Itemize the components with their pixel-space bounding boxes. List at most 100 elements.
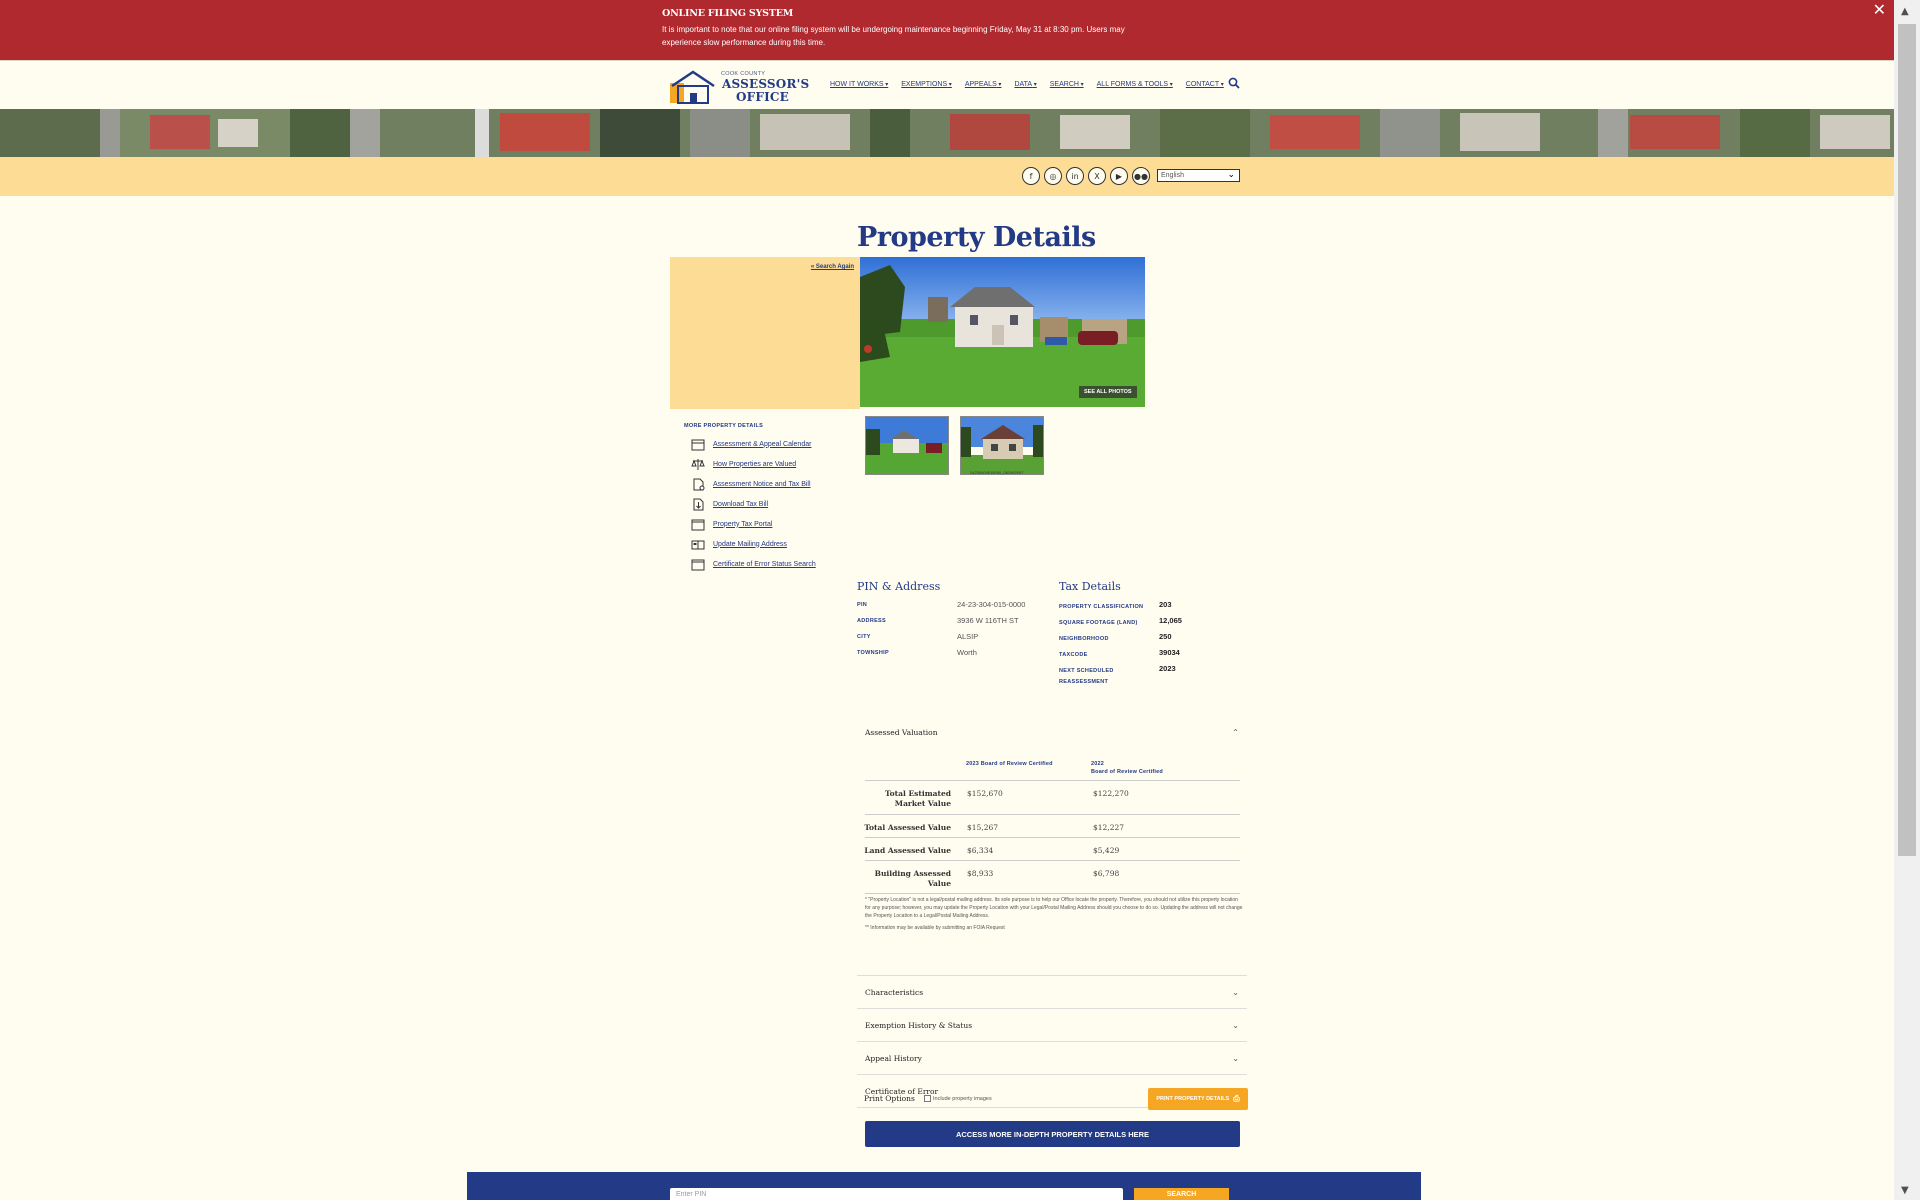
- window-icon: [690, 518, 705, 531]
- mailbox-icon: [690, 538, 705, 551]
- social-bar: f ◎ in X ▶ ●● English ⌄: [0, 157, 1894, 196]
- cell-value: $12,227: [1093, 823, 1125, 832]
- main-nav: HOW IT WORKS EXEMPTIONS APPEALS DATA SEA…: [830, 81, 1224, 88]
- list-item[interactable]: Assessment Notice and Tax Bill: [690, 474, 816, 494]
- linkedin-icon[interactable]: in: [1066, 167, 1084, 185]
- access-more-details-button[interactable]: ACCESS MORE IN-DEPTH PROPERTY DETAILS HE…: [865, 1121, 1240, 1147]
- logo-line2: ASSESSOR'S: [722, 77, 810, 91]
- accordion-appeal-history[interactable]: Appeal History ⌄: [857, 1042, 1247, 1075]
- house-logo-icon: [670, 70, 715, 104]
- cell-value: $6,798: [1093, 869, 1120, 878]
- scroll-down-icon[interactable]: ▼: [1901, 1185, 1909, 1196]
- nav-contact[interactable]: CONTACT: [1186, 81, 1224, 88]
- pin-address-title: PIN & Address: [857, 580, 941, 593]
- list-item[interactable]: Certificate of Error Status Search: [690, 554, 816, 574]
- pin-address-list: PIN 24-23-304-015-0000 ADDRESS 3936 W 116T…: [857, 600, 1025, 664]
- row-label: Land Assessed Value: [864, 846, 951, 855]
- link-update-mailing-address[interactable]: Update Mailing Address: [713, 541, 787, 548]
- chevron-down-icon: ⌄: [1232, 1053, 1239, 1063]
- field-label: PIN: [857, 602, 868, 608]
- table-row: Land Assessed Value $6,334 $5,429: [864, 837, 1240, 860]
- table-row: Building Assessed Value $8,933 $6,798: [865, 860, 1240, 894]
- row-label: Total Assessed Value: [864, 823, 951, 832]
- accordion-assessed-valuation[interactable]: Assessed Valuation ⌃: [857, 716, 1247, 749]
- photo-thumbnail[interactable]: [865, 416, 949, 475]
- property-main-photo[interactable]: [860, 257, 1145, 407]
- social-links: f ◎ in X ▶ ●●: [1022, 167, 1150, 185]
- field-value: 24-23-304-015-0000: [957, 600, 1026, 609]
- flickr-icon[interactable]: ●●: [1132, 167, 1150, 185]
- accordion-title: Characteristics: [865, 987, 924, 997]
- see-all-photos-button[interactable]: SEE ALL PHOTOS: [1079, 386, 1137, 398]
- language-select[interactable]: English ⌄: [1157, 169, 1240, 182]
- nav-appeals[interactable]: APPEALS: [965, 81, 1002, 88]
- print-options-label: Print Options: [864, 1094, 915, 1103]
- field-value: 203: [1159, 600, 1172, 609]
- list-item[interactable]: Download Tax Bill: [690, 494, 816, 514]
- x-twitter-icon[interactable]: X: [1088, 167, 1106, 185]
- table-row: PIN 24-23-304-015-0000: [857, 600, 1025, 616]
- nav-search[interactable]: SEARCH: [1050, 81, 1084, 88]
- print-property-details-button[interactable]: PRINT PROPERTY DETAILS ⎙: [1148, 1088, 1248, 1110]
- more-details-links: Assessment & Appeal Calendar How Propert…: [690, 434, 816, 574]
- footer-search-button[interactable]: SEARCH: [1134, 1188, 1229, 1200]
- field-label: CITY: [857, 634, 871, 640]
- alert-banner: ONLINE FILING SYSTEM It is important to …: [0, 0, 1894, 60]
- accordion-title: Appeal History: [865, 1053, 922, 1063]
- logo-line3: OFFICE: [736, 90, 790, 104]
- scroll-up-icon[interactable]: ▲: [1901, 6, 1909, 17]
- accordion-title: Assessed Valuation: [865, 728, 938, 737]
- cell-value: $6,334: [967, 846, 994, 855]
- link-certificate-of-error[interactable]: Certificate of Error Status Search: [713, 561, 816, 568]
- scrollbar[interactable]: ▲ ▼: [1894, 0, 1920, 1200]
- page-title: Property Details: [857, 222, 1096, 253]
- facebook-icon[interactable]: f: [1022, 167, 1040, 185]
- table-row: SQUARE FOOTAGE (LAND) 12,065: [1059, 616, 1182, 632]
- accordion-characteristics[interactable]: Characteristics ⌄: [857, 976, 1247, 1009]
- photo-thumbnail[interactable]: [960, 416, 1044, 475]
- instagram-icon[interactable]: ◎: [1044, 167, 1062, 185]
- row-label: Building Assessed Value: [874, 869, 951, 888]
- details-accordion: Assessed Valuation ⌃ 2023 Board of Revie…: [857, 716, 1247, 1108]
- chevron-down-icon: ⌄: [1227, 169, 1235, 179]
- table-row: NEXT SCHEDULED REASSESSMENT 2023: [1059, 664, 1182, 688]
- calendar-icon: [690, 438, 705, 451]
- field-label: ADDRESS: [857, 618, 886, 624]
- table-row: Total Estimated Market Value $152,670 $1…: [865, 780, 1240, 814]
- tax-details-list: PROPERTY CLASSIFICATION 203 SQUARE FOOTAG…: [1059, 600, 1182, 688]
- logo[interactable]: COOK COUNTY ASSESSOR'S OFFICE: [668, 69, 809, 105]
- list-item[interactable]: Property Tax Portal: [690, 514, 816, 534]
- language-value: English: [1161, 172, 1184, 179]
- chevron-down-icon: ⌄: [1232, 1020, 1239, 1030]
- valuation-table: 2023 Board of Review Certified 2022 Board…: [857, 749, 1247, 976]
- chevron-up-icon: ⌃: [1232, 728, 1239, 737]
- list-item[interactable]: Assessment & Appeal Calendar: [690, 434, 816, 454]
- table-row: NEIGHBORHOOD 250: [1059, 632, 1182, 648]
- include-images-checkbox[interactable]: [924, 1095, 931, 1102]
- document-icon: [690, 478, 705, 491]
- nav-how-it-works[interactable]: HOW IT WORKS: [830, 81, 888, 88]
- alert-message: It is important to note that our online …: [662, 25, 1125, 47]
- nav-data[interactable]: DATA: [1014, 81, 1036, 88]
- include-images-label: Include property images: [933, 1096, 992, 1102]
- link-assessment-notice[interactable]: Assessment Notice and Tax Bill: [713, 481, 811, 488]
- youtube-icon[interactable]: ▶: [1110, 167, 1128, 185]
- link-assessment-calendar[interactable]: Assessment & Appeal Calendar: [713, 441, 811, 448]
- link-download-tax-bill[interactable]: Download Tax Bill: [713, 501, 768, 508]
- table-row: TOWNSHIP Worth: [857, 648, 1025, 664]
- list-item[interactable]: How Properties are Valued: [690, 454, 816, 474]
- nav-exemptions[interactable]: EXEMPTIONS: [901, 81, 952, 88]
- search-again-link[interactable]: « Search Again: [811, 264, 854, 270]
- list-item[interactable]: Update Mailing Address: [690, 534, 816, 554]
- link-property-tax-portal[interactable]: Property Tax Portal: [713, 521, 772, 528]
- close-icon[interactable]: ✕: [1873, 0, 1886, 19]
- search-panel: « Search Again: [670, 257, 860, 409]
- accordion-exemption-history[interactable]: Exemption History & Status ⌄: [857, 1009, 1247, 1042]
- footer-search-input[interactable]: Enter PIN: [670, 1188, 1123, 1200]
- accordion-title: Exemption History & Status: [865, 1020, 973, 1030]
- nav-all-forms-tools[interactable]: ALL FORMS & TOOLS: [1097, 81, 1173, 88]
- link-how-properties-valued[interactable]: How Properties are Valued: [713, 461, 796, 468]
- table-row: TAXCODE 39034: [1059, 648, 1182, 664]
- search-icon[interactable]: [1228, 77, 1240, 89]
- scrollbar-thumb[interactable]: [1898, 24, 1916, 856]
